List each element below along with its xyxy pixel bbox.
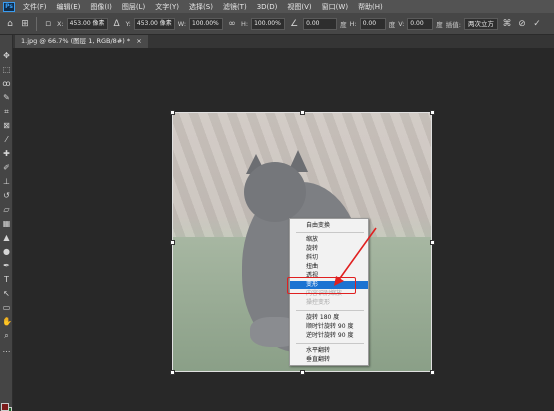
menu-image[interactable]: 图像(I) <box>85 2 117 12</box>
foreground-color-swatch[interactable] <box>1 403 9 411</box>
menu-item-rotate-90-cw[interactable]: 顺时针旋转 90 度 <box>290 323 368 331</box>
menu-item-rotate-90-ccw[interactable]: 逆时针旋转 90 度 <box>290 332 368 340</box>
marquee-tool-icon[interactable]: ⬚ <box>2 65 11 74</box>
vskew-label: V: <box>398 19 405 28</box>
hand-tool-icon[interactable]: ✋ <box>2 317 12 326</box>
brush-tool-icon[interactable]: ✐ <box>2 163 11 172</box>
y-label: Y: <box>125 19 131 28</box>
menu-view[interactable]: 视图(V) <box>282 2 316 12</box>
eyedropper-tool-icon[interactable]: ⁄ <box>2 135 11 144</box>
angle-unit: 度 <box>340 20 347 29</box>
quick-select-tool-icon[interactable]: ✎ <box>2 93 11 102</box>
hskew-field[interactable]: 0.00 <box>359 17 386 30</box>
menu-item-puppet-warp: 操控变形 <box>306 299 331 306</box>
commit-check-icon[interactable]: ✓ <box>531 18 543 30</box>
lasso-tool-icon[interactable]: ꝏ <box>2 79 11 88</box>
transform-handle-bottom[interactable] <box>300 370 305 375</box>
divider <box>36 16 37 31</box>
document-tab-bar: 1.jpg @ 66.7% (图层 1, RGB/8#) * × <box>13 35 554 48</box>
stamp-tool-icon[interactable]: ⊥ <box>2 177 11 186</box>
frame-tool-icon[interactable]: ⊠ <box>2 121 11 130</box>
vskew-unit: 度 <box>436 20 443 29</box>
blur-tool-icon[interactable]: ▲ <box>2 233 11 242</box>
home-icon[interactable]: ⌂ <box>4 18 16 30</box>
transform-handle-right[interactable] <box>430 240 435 245</box>
document-tab[interactable]: 1.jpg @ 66.7% (图层 1, RGB/8#) * × <box>15 35 148 48</box>
angle-icon: ∠ <box>290 18 299 29</box>
width-field[interactable]: 100.00% <box>189 17 224 30</box>
menu-item-flip-horizontal[interactable]: 水平翻转 <box>290 347 368 355</box>
reference-point-icon[interactable]: ⊞ <box>19 18 31 30</box>
transform-handle-bottom-right[interactable] <box>430 370 435 375</box>
path-select-tool-icon[interactable]: ↖ <box>2 289 11 298</box>
menu-divider <box>296 232 364 233</box>
x-position-field[interactable]: 453.00 像素 <box>66 17 108 30</box>
annotation-highlight-box <box>287 277 356 294</box>
menu-item-flip-vertical[interactable]: 垂直翻转 <box>290 356 368 364</box>
menu-type[interactable]: 文字(Y) <box>150 2 184 12</box>
menu-item-scale[interactable]: 缩放 <box>290 236 368 244</box>
menu-bar: Ps 文件(F) 编辑(E) 图像(I) 图层(L) 文字(Y) 选择(S) 滤… <box>0 0 554 13</box>
history-brush-tool-icon[interactable]: ↺ <box>2 191 11 200</box>
move-tool-icon[interactable]: ✥ <box>2 51 11 60</box>
gradient-tool-icon[interactable]: ▦ <box>2 219 11 228</box>
menu-select[interactable]: 选择(S) <box>184 2 218 12</box>
zoom-tool-icon[interactable]: ⌕ <box>2 331 11 340</box>
menu-layer[interactable]: 图层(L) <box>117 2 150 12</box>
more-tools-icon[interactable]: … <box>2 345 11 354</box>
interpolation-select[interactable]: 两次立方 <box>464 17 498 30</box>
interpolation-label: 插值: <box>445 20 461 29</box>
hskew-unit: 度 <box>388 20 396 29</box>
healing-tool-icon[interactable]: ✚ <box>2 149 11 158</box>
dodge-tool-icon[interactable]: ● <box>2 247 11 256</box>
menu-item-skew[interactable]: 斜切 <box>290 254 368 262</box>
menu-item-rotate-180[interactable]: 旋转 180 度 <box>290 314 368 322</box>
menu-item-rotate[interactable]: 旋转 <box>290 245 368 253</box>
transform-handle-top-left[interactable] <box>170 110 175 115</box>
pen-tool-icon[interactable]: ✒ <box>2 261 11 270</box>
vskew-field[interactable]: 0.00 <box>407 17 434 30</box>
menu-3d[interactable]: 3D(D) <box>252 3 283 11</box>
transform-handle-left[interactable] <box>170 240 175 245</box>
menu-item-free-transform[interactable]: 自由变换 <box>290 222 368 230</box>
y-position-field[interactable]: 453.00 像素 <box>133 17 175 30</box>
height-field[interactable]: 100.00% <box>251 17 286 30</box>
transform-handle-top[interactable] <box>300 110 305 115</box>
cat-head <box>244 162 306 222</box>
type-tool-icon[interactable]: T <box>2 275 11 284</box>
transform-handle-top-right[interactable] <box>430 110 435 115</box>
menu-item-distort[interactable]: 扭曲 <box>290 263 368 271</box>
x-label: X: <box>57 19 64 28</box>
close-tab-icon[interactable]: × <box>136 37 141 45</box>
w-label: W: <box>177 19 187 28</box>
shape-tool-icon[interactable]: ▭ <box>2 303 11 312</box>
link-icon[interactable]: ∞ <box>226 18 238 30</box>
menu-divider <box>296 343 364 344</box>
checkbox-icon[interactable]: ▫ <box>42 18 54 30</box>
transform-handle-bottom-left[interactable] <box>170 370 175 375</box>
photoshop-logo-icon: Ps <box>3 1 15 12</box>
angle-field[interactable]: 0.00 <box>303 17 338 30</box>
warp-mode-icon[interactable]: ⌘ <box>501 18 513 30</box>
document-tab-title: 1.jpg @ 66.7% (图层 1, RGB/8#) * <box>21 37 131 45</box>
menu-divider <box>296 310 364 311</box>
h-label: H: <box>241 19 249 28</box>
options-bar: ⌂ ⊞ ▫ X: 453.00 像素 Δ Y: 453.00 像素 W: 100… <box>0 13 554 35</box>
delta-icon[interactable]: Δ <box>111 18 123 30</box>
menu-file[interactable]: 文件(F) <box>18 2 52 12</box>
menu-help[interactable]: 帮助(H) <box>353 2 388 12</box>
eraser-tool-icon[interactable]: ▱ <box>2 205 11 214</box>
hskew-label: H: <box>349 19 357 28</box>
tools-panel: ✥ ⬚ ꝏ ✎ ⌗ ⊠ ⁄ ✚ ✐ ⊥ ↺ ▱ ▦ ▲ ● ✒ T ↖ ▭ ✋ … <box>0 35 13 411</box>
cancel-icon[interactable]: ⊘ <box>516 18 528 30</box>
menu-filter[interactable]: 滤镜(T) <box>218 2 252 12</box>
crop-tool-icon[interactable]: ⌗ <box>2 107 11 116</box>
menu-window[interactable]: 窗口(W) <box>317 2 353 12</box>
menu-edit[interactable]: 编辑(E) <box>52 2 86 12</box>
